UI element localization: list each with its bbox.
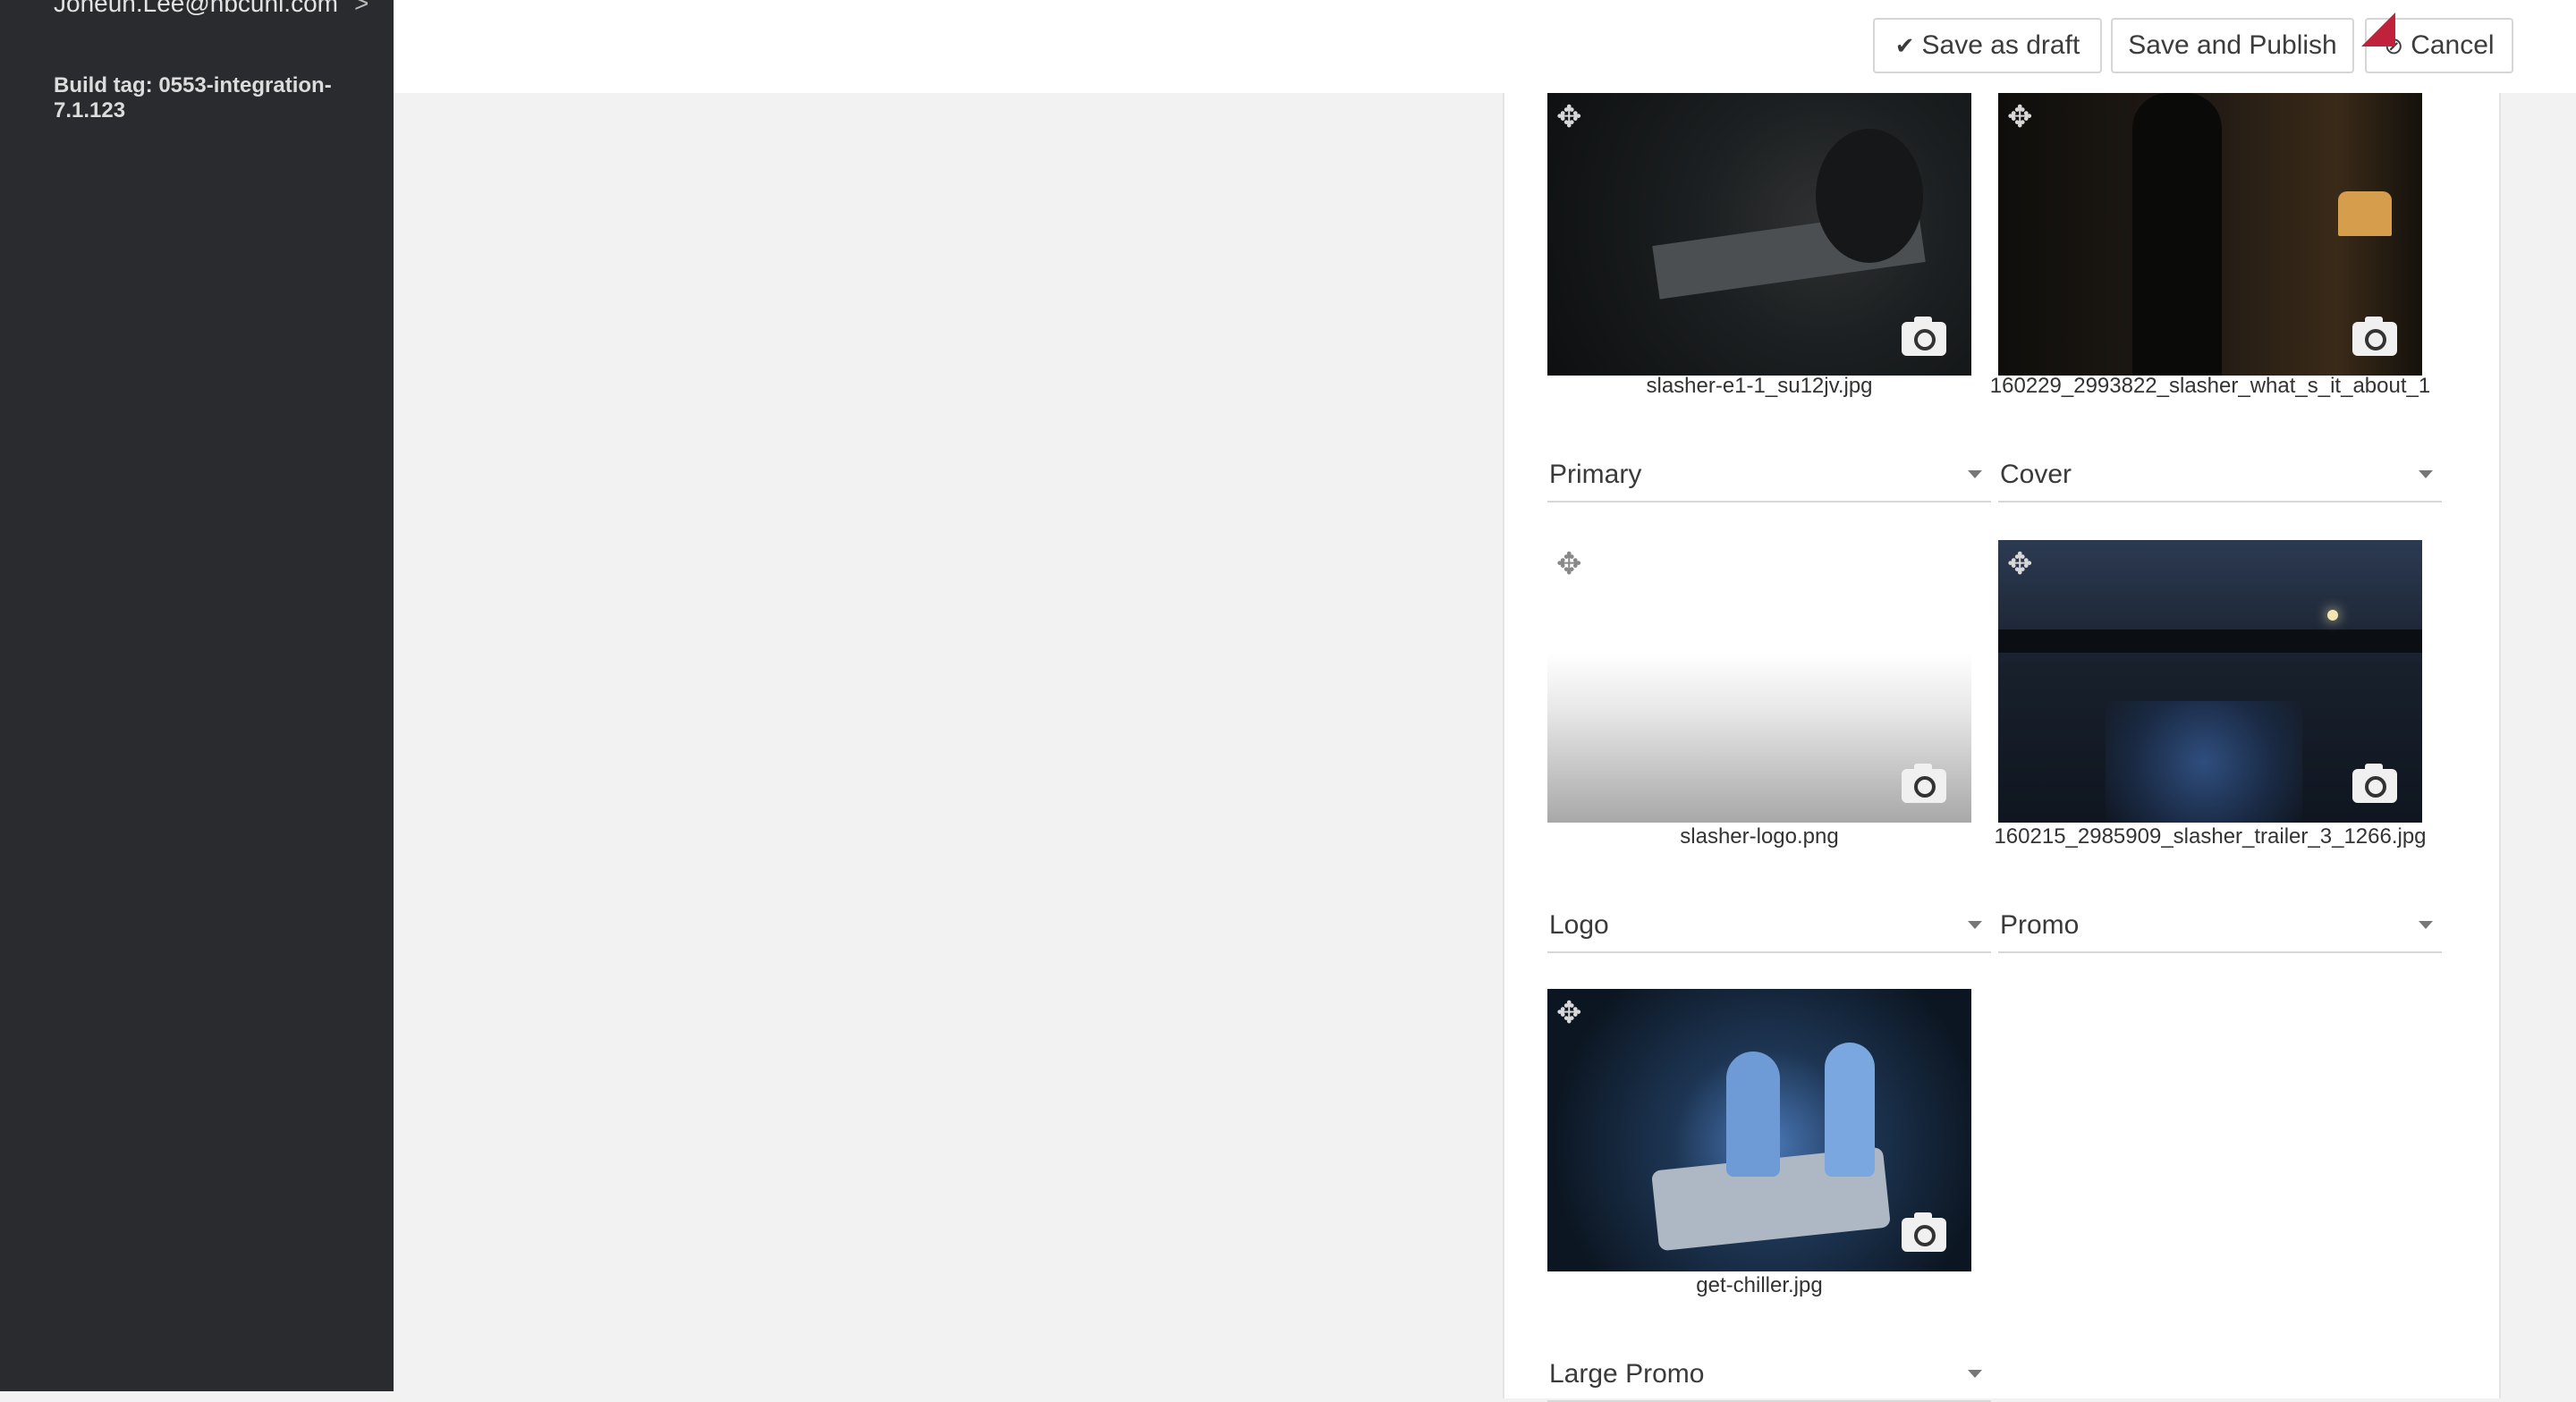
- image-content: [1726, 1052, 1780, 1177]
- save-publish-label: Save and Publish: [2128, 30, 2337, 60]
- camera-icon[interactable]: [1902, 317, 1946, 356]
- image-role-value: Promo: [2000, 910, 2080, 940]
- image-role-value: Large Promo: [1549, 1359, 1705, 1389]
- image-content: [2106, 701, 2302, 823]
- camera-icon[interactable]: [1902, 1212, 1946, 1252]
- image-role-value: Cover: [2000, 460, 2072, 489]
- image-thumbnail[interactable]: ✥: [1547, 989, 1971, 1271]
- build-tag: Build tag: 0553-integration-7.1.123: [54, 73, 332, 122]
- cancel-label: Cancel: [2411, 30, 2495, 60]
- caret-down-icon: [1968, 921, 1982, 929]
- camera-icon[interactable]: [2352, 764, 2397, 803]
- image-filename: 160229_2993822_slasher_what_s_it_about_1: [1989, 374, 2431, 398]
- move-icon[interactable]: ✥: [2007, 549, 2033, 579]
- check-icon: ✔: [1894, 31, 1915, 59]
- cursor-flag-marker: [2361, 13, 2395, 46]
- caret-down-icon: [2419, 470, 2433, 478]
- image-content: [1816, 129, 1923, 263]
- move-icon[interactable]: ✥: [1556, 998, 1582, 1028]
- image-role-select[interactable]: Promo: [1998, 896, 2442, 953]
- save-draft-button[interactable]: ✔ Save as draft: [1873, 18, 2102, 73]
- image-filename: slasher-e1-1_su12jv.jpg: [1646, 374, 1873, 398]
- image-filename: get-chiller.jpg: [1696, 1273, 1823, 1297]
- caret-down-icon: [1968, 470, 1982, 478]
- image-content: [1998, 629, 2422, 653]
- camera-icon[interactable]: [1902, 764, 1946, 803]
- move-icon[interactable]: ✥: [2007, 102, 2033, 132]
- image-role-select[interactable]: Logo: [1547, 896, 1991, 953]
- image-filename: slasher-logo.png: [1680, 824, 1839, 849]
- image-role-value: Logo: [1549, 910, 1609, 940]
- caret-down-icon: [1968, 1370, 1982, 1378]
- chevron-right-icon[interactable]: >: [354, 0, 369, 18]
- image-content: [2338, 191, 2392, 236]
- image-thumbnail[interactable]: ✥: [1547, 93, 1971, 376]
- image-thumbnail[interactable]: ✥: [1998, 540, 2422, 823]
- image-panel: ✥ slasher-e1-1_su12jv.jpg Primary ✥ 1602…: [1503, 93, 2501, 1402]
- sidebar: Joheun.Lee@nbcuni.com > Build tag: 0553-…: [0, 0, 394, 1391]
- user-email-link[interactable]: Joheun.Lee@nbcuni.com: [54, 0, 338, 18]
- image-role-select[interactable]: Large Promo: [1547, 1345, 1991, 1402]
- caret-down-icon: [2419, 921, 2433, 929]
- image-content: [1825, 1043, 1875, 1177]
- image-role-value: Primary: [1549, 460, 1642, 489]
- image-filename: 160215_2985909_slasher_trailer_3_1266.jp…: [1994, 824, 2427, 849]
- image-content: [2327, 610, 2338, 621]
- save-publish-button[interactable]: Save and Publish: [2111, 18, 2354, 73]
- image-role-select[interactable]: Cover: [1998, 445, 2442, 503]
- camera-icon[interactable]: [2352, 317, 2397, 356]
- image-role-select[interactable]: Primary: [1547, 445, 1991, 503]
- image-thumbnail[interactable]: ✥: [1998, 93, 2422, 376]
- save-draft-label: Save as draft: [1921, 30, 2080, 60]
- image-thumbnail[interactable]: ✥: [1547, 540, 1971, 823]
- move-icon[interactable]: ✥: [1556, 549, 1582, 579]
- image-content: [2132, 93, 2222, 376]
- move-icon[interactable]: ✥: [1556, 102, 1582, 132]
